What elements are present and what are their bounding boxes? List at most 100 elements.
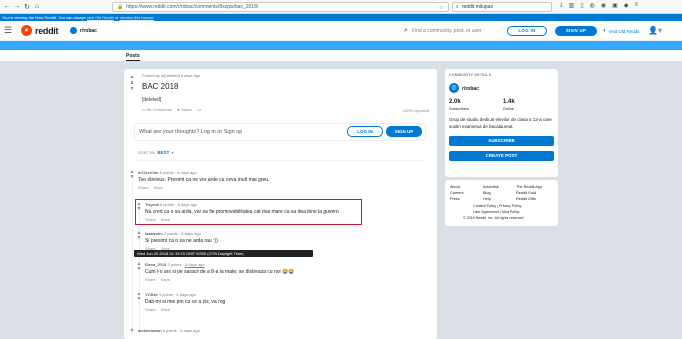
footer-link[interactable]: Press [450,196,464,202]
downvote-icon[interactable]: ▼ [136,267,142,272]
footer-legal-1[interactable]: Content Policy | Privacy Policy [473,204,521,208]
menu-icon[interactable]: ≡ [634,2,638,9]
online-label: Online [503,107,514,111]
comment-save[interactable]: Save [154,185,163,190]
banner-text: You're viewing the New Reddit. You can a… [2,15,86,20]
reddit-logo-icon[interactable]: ● [21,25,32,36]
extension-icon-4[interactable]: ◆ [624,2,629,9]
comment-author[interactable]: hOZzzVvile [138,170,158,175]
comment: ▲ andreeaorian 6 points · 6 days ago [129,328,419,338]
comment-share[interactable]: Share [145,307,156,312]
chevron-down-icon: ▾ [171,150,174,155]
visit-old-reddit-link[interactable]: ◐ Visit Old Reddit [603,28,640,34]
comment-author[interactable]: andreeaorian [138,328,162,333]
comment-header: YZ3ble 3 points · 6 days ago [145,292,196,297]
online-count: 1.4k [503,99,515,105]
post-title: BAC 2018 [142,82,179,91]
lock-icon: 🔒 [117,4,124,10]
comment-author[interactable]: fassandru [145,231,163,236]
extension-icon-2[interactable]: ◉ [601,2,606,9]
dismiss-banner-link[interactable]: dismiss this banner [120,15,154,20]
upvote-icon[interactable]: ▲ [129,328,135,333]
sort-control[interactable]: SORT BY BEST ▾ [138,150,173,155]
comment-vote: ▲ ▼ [136,262,142,272]
downvote-icon[interactable]: ▼ [136,297,142,302]
comment-share[interactable]: Share [145,277,156,282]
reload-icon[interactable]: ↻ [22,3,32,11]
highlight-box [135,199,362,225]
header-login-button[interactable]: LOG IN [507,26,547,36]
address-text: https://www.reddit.com/r/robac/comments/… [126,4,259,10]
address-bar[interactable]: 🔒 https://www.reddit.com/r/robac/comment… [112,2,449,12]
comment-actions: Share Save [145,277,170,282]
extension-icon[interactable]: ◍ [590,2,595,9]
tab-posts[interactable]: Posts [126,50,140,61]
comment-vote: ▲ [129,328,135,333]
site-search-input[interactable]: ⌕ Find a community, post, or user [404,25,504,36]
download-icon[interactable]: ⤓ [560,2,563,9]
comment-time: 6 days ago [176,292,196,297]
sidebar-icon[interactable]: ▯ [580,2,583,9]
footer-copyright: © 2018 Reddit, Inc. All rights reserved [463,216,524,220]
comment-signup-button[interactable]: SIGN UP [386,126,422,137]
comments-count: 56 Comments [146,107,172,112]
footer-link[interactable]: Help [483,196,499,202]
create-post-button[interactable]: CREATE POST [449,151,554,161]
header-signup-button[interactable]: SIGN UP [555,26,597,36]
community-icon: ◎ [449,83,459,93]
comment-header: hOZzzVvile 8 points · 6 days ago [138,170,197,175]
comment-body: Si presimt ca o sa ne arda rau :)) [145,238,218,244]
library-icon[interactable]: ▥ [569,2,575,9]
comments-button[interactable]: ▭ 56 Comments [142,107,172,112]
share-button[interactable]: ➦ Share [177,107,192,112]
hamburger-icon[interactable]: ☰ [4,25,12,36]
user-menu-icon[interactable]: 👤▾ [648,26,662,35]
comment-actions: Share Save [145,307,170,312]
old-reddit-link[interactable]: visit Old Reddit [87,15,114,20]
sort-label: SORT BY [138,150,156,155]
post-meta: Posted by u/[deleted] 6 days ago [142,73,201,78]
subreddit-name[interactable]: r/robac [80,28,97,34]
comment-login-button[interactable]: LOG IN [347,126,383,137]
subscribers-label: Subscribers [449,107,470,111]
share-label: Share [181,107,192,112]
downvote-icon[interactable]: ▼ [128,86,136,92]
comment-save[interactable]: Save [161,277,170,282]
post-actions: ▭ 56 Comments ➦ Share ••• [142,107,201,112]
upvoted-percent: 100% Upvoted [402,108,429,113]
browser-toolbar-icons: ⤓ ▥ ▯ ◍ ◉ ▣ ◆ ≡ [560,2,638,9]
back-icon[interactable]: ← [2,3,12,10]
footer-legal-2[interactable]: User Agreement | Mod Policy [473,210,519,214]
subscribe-button[interactable]: SUBSCRIBE [449,136,554,146]
old-reddit-label: Visit Old Reddit [608,28,640,34]
downvote-icon[interactable]: ▼ [129,175,135,180]
browser-search-field[interactable]: ⌕ reddit milupas [452,2,552,12]
footer-col-3: The Reddit App Reddit Gold Reddit Gifts [516,184,542,202]
downvote-icon[interactable]: ▼ [136,236,142,241]
comment-time: 6 days ago [181,231,201,236]
comment-save[interactable]: Save [161,307,170,312]
site-search-placeholder: Find a community, post, or user [411,27,482,34]
bookmark-star-icon[interactable]: ☆ [439,4,444,11]
more-icon[interactable]: ••• [197,107,201,112]
reddit-wordmark[interactable]: reddit [35,26,59,36]
extension-icon-3[interactable]: ▣ [612,2,618,9]
browser-search-value: reddit milupas [461,4,493,10]
home-icon[interactable]: ⌂ [32,3,42,10]
sort-value: BEST [157,150,170,155]
subreddit-tabs: Posts [0,50,682,61]
comment-points: 8 points [159,170,174,175]
comment-share[interactable]: Share [138,185,149,190]
divider [134,160,426,161]
footer-link[interactable]: Reddit Gifts [516,196,542,202]
comment-author[interactable]: Elena_2015 [145,262,166,267]
comment-vote: ▲ ▼ [136,292,142,302]
comment-vote: ▲ ▼ [136,231,142,241]
comment-author[interactable]: YZ3ble [145,292,158,297]
community-name[interactable]: r/robac [462,86,479,92]
comment-vote: ▲ ▼ [129,170,135,180]
forward-icon[interactable]: → [12,3,22,10]
comment-time: 6 days ago [180,328,200,333]
comment-time[interactable]: 5 days ago [185,262,205,267]
search-icon: ⌕ [456,4,459,10]
